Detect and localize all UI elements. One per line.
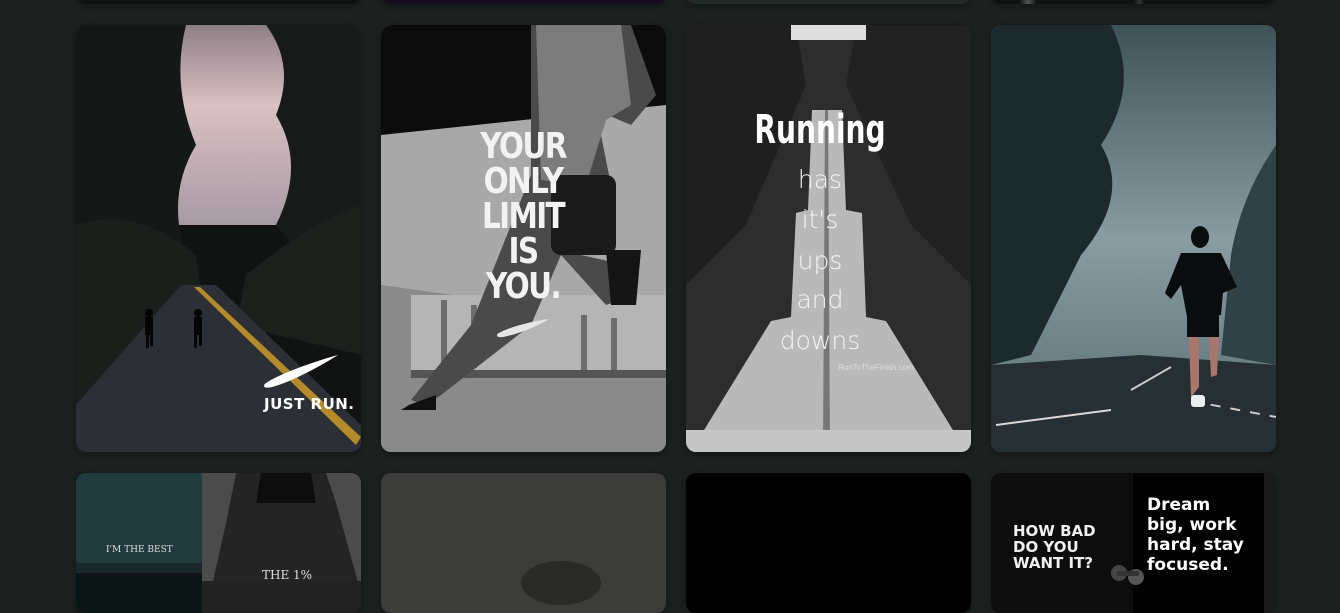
- just-run-text: JUST RUN.: [264, 395, 355, 413]
- pin-tile-only-limit[interactable]: YOUR ONLY LIMIT IS YOU.: [381, 25, 666, 452]
- pin-tile[interactable]: [76, 0, 361, 4]
- pin-tile-the-best[interactable]: I'M THE BEST THE 1%: [76, 473, 361, 613]
- running-line: ups: [797, 246, 843, 275]
- pin-tile-ups-downs[interactable]: Running has it's ups and downs RunToTheF…: [686, 25, 971, 452]
- running-line: and: [796, 285, 844, 314]
- one-percent-text: THE 1%: [262, 568, 313, 582]
- pin-tile-foggy-runner[interactable]: [991, 25, 1276, 452]
- foggy-runner-image: [991, 25, 1276, 452]
- best-vs-onepercent-image: [76, 473, 361, 613]
- pin-tile-just-run[interactable]: JUST RUN.: [76, 25, 361, 452]
- road-sunset-image: [76, 25, 361, 452]
- dark-runner-image: [381, 473, 666, 613]
- running-line: it's: [801, 205, 839, 234]
- dream-big-text: Dream big, work hard, stay focused.: [1147, 495, 1244, 575]
- how-bad-text: HOW BAD DO YOU WANT IT?: [1013, 522, 1096, 572]
- best-text: I'M THE BEST: [106, 545, 173, 555]
- pin-tile[interactable]: [381, 0, 666, 4]
- running-title: Running: [754, 107, 886, 153]
- pin-tile[interactable]: [991, 0, 1276, 4]
- hilly-road-image: [686, 25, 971, 452]
- pin-tile-how-bad[interactable]: HOW BAD DO YOU WANT IT? Dream big, work …: [991, 473, 1276, 613]
- limit-slogan: YOUR ONLY LIMIT IS YOU.: [480, 126, 567, 307]
- pin-tile-dark-runner[interactable]: [381, 473, 666, 613]
- credit-text: RunToTheFinish.com: [838, 363, 914, 372]
- pin-tile-black[interactable]: [686, 473, 971, 613]
- running-line: downs: [779, 326, 861, 355]
- pin-tile[interactable]: [686, 0, 971, 4]
- running-line: has: [797, 165, 843, 194]
